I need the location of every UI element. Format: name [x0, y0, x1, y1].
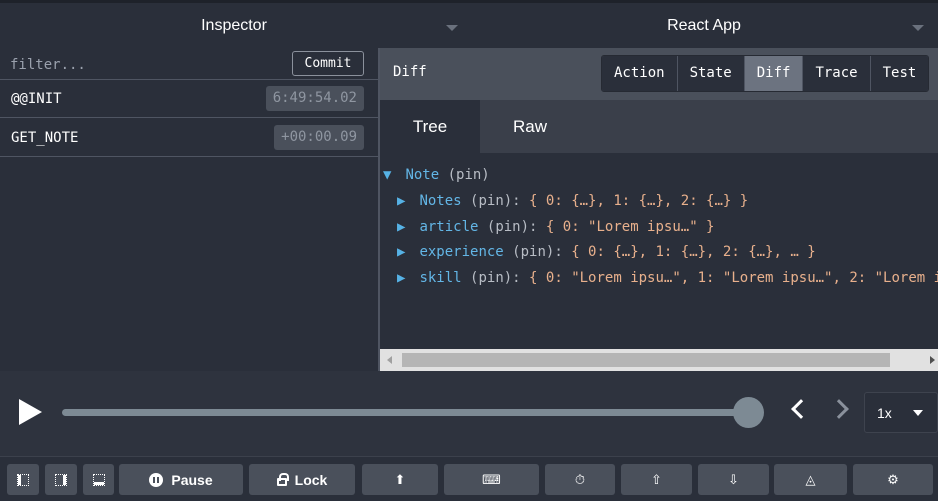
tab-test[interactable]: Test — [870, 56, 929, 91]
tree-key: Note — [405, 167, 440, 183]
pause-label: Pause — [171, 471, 213, 488]
action-name: @@INIT — [11, 91, 62, 107]
export-icon: ⇧ — [651, 472, 662, 487]
scrollbar-thumb[interactable] — [402, 353, 890, 367]
tree-key: Notes — [419, 193, 462, 209]
subtab-raw[interactable]: Raw — [480, 100, 580, 153]
dock-left-button[interactable] — [7, 464, 39, 495]
tree-node[interactable]: ▶ experience (pin): { 0: {…}, 1: {…}, 2:… — [397, 244, 816, 260]
tab-trace[interactable]: Trace — [803, 56, 871, 91]
dock-bottom-icon — [92, 473, 105, 486]
expand-right-icon: ▶ — [397, 193, 406, 209]
monitor-title: Diff — [393, 64, 427, 80]
lock-label: Lock — [294, 471, 328, 488]
keyboard-icon: ⌨ — [482, 472, 501, 487]
expand-down-icon: ▼ — [383, 167, 392, 183]
tree-value: { 0: {…}, 1: {…}, 2: {…}, … } — [571, 244, 816, 260]
expand-right-icon: ▶ — [397, 270, 406, 286]
tab-state[interactable]: State — [677, 56, 745, 91]
lock-button[interactable]: Lock — [249, 464, 355, 495]
tab-action[interactable]: Action — [602, 56, 678, 91]
action-name: GET_NOTE — [11, 130, 79, 146]
tree-node[interactable]: ▶ Notes (pin): { 0: {…}, 1: {…}, 2: {…} … — [397, 193, 748, 209]
top-bar: Inspector React App — [0, 0, 938, 48]
dock-left-icon — [17, 473, 29, 486]
action-filter-row: Commit — [0, 48, 378, 80]
monitor-panel: Diff Action State Diff Trace Test Tree R… — [380, 48, 938, 371]
remote-button[interactable]: ◬ — [774, 464, 847, 495]
expand-right-icon: ▶ — [397, 219, 406, 235]
dock-right-icon — [55, 473, 67, 486]
tree-key: article — [419, 219, 479, 235]
settings-button[interactable]: ⚙ — [853, 464, 933, 495]
subtab-tree[interactable]: Tree — [380, 100, 480, 153]
persist-button[interactable]: ⏱ — [545, 464, 615, 495]
diff-tree: ▼ Note (pin) ▶ Notes (pin): { 0: {…}, 1:… — [380, 153, 938, 349]
export-button[interactable]: ⇧ — [621, 464, 692, 495]
pin-button[interactable]: ⬆ — [362, 464, 438, 495]
slider-monitor: 1x — [0, 371, 938, 456]
scroll-right-icon[interactable] — [930, 356, 935, 364]
chevron-down-icon — [913, 410, 923, 416]
next-icon[interactable] — [829, 399, 849, 419]
action-filter-input[interactable] — [10, 55, 280, 75]
play-icon[interactable] — [19, 399, 42, 425]
action-timestamp: +00:00.09 — [274, 125, 364, 150]
tree-key: experience — [419, 244, 504, 260]
tree-value: { 0: "Lorem ipsu…", 1: "Lorem ipsu…", 2:… — [529, 270, 938, 286]
pause-icon — [149, 472, 164, 487]
action-list-item[interactable]: @@INIT 6:49:54.02 — [0, 80, 378, 118]
tree-tag: (pin): — [470, 270, 521, 286]
action-timestamp: 6:49:54.02 — [265, 86, 364, 111]
pause-button[interactable]: Pause — [119, 464, 243, 495]
tree-tag: (pin): — [512, 244, 563, 260]
pin-icon: ⬆ — [394, 472, 406, 487]
tree-node-root[interactable]: ▼ Note (pin) — [383, 167, 490, 183]
action-list-item[interactable]: GET_NOTE +00:00.09 — [0, 119, 378, 157]
remote-icon: ◬ — [805, 472, 816, 487]
monitor-header: Diff Action State Diff Trace Test — [380, 48, 938, 100]
timer-icon: ⏱ — [574, 472, 586, 487]
monitor-tabs: Action State Diff Trace Test — [601, 55, 930, 92]
import-button[interactable]: ⇩ — [698, 464, 769, 495]
expand-right-icon: ▶ — [397, 244, 406, 260]
instance-select[interactable]: React App — [470, 3, 938, 48]
tree-tag: (pin): — [486, 219, 538, 235]
action-list-panel: Commit @@INIT 6:49:54.02 GET_NOTE +00:00… — [0, 48, 378, 371]
horizontal-scrollbar[interactable] — [380, 349, 938, 371]
tab-diff[interactable]: Diff — [744, 56, 804, 91]
tree-key: skill — [419, 270, 462, 286]
speed-select[interactable]: 1x — [864, 392, 938, 433]
slider-knob[interactable] — [733, 397, 764, 428]
import-icon: ⇩ — [728, 472, 739, 487]
settings-icon: ⚙ — [887, 472, 899, 487]
tree-value: { 0: {…}, 1: {…}, 2: {…} } — [529, 193, 749, 209]
tree-node[interactable]: ▶ skill (pin): { 0: "Lorem ipsu…", 1: "L… — [397, 270, 938, 286]
instance-select-label: React App — [667, 16, 741, 34]
chevron-down-icon — [912, 25, 924, 31]
chevron-down-icon — [446, 25, 458, 31]
monitor-select-left[interactable]: Inspector — [0, 3, 468, 48]
lock-icon — [276, 473, 289, 486]
tree-tag: (pin) — [447, 167, 490, 183]
dock-bottom-button[interactable] — [83, 464, 114, 495]
monitor-select-left-label: Inspector — [201, 16, 267, 34]
scroll-left-icon[interactable] — [387, 356, 392, 364]
speed-value: 1x — [877, 405, 892, 421]
tree-value: { 0: "Lorem ipsu…" } — [545, 219, 715, 235]
tree-node[interactable]: ▶ article (pin): { 0: "Lorem ipsu…" } — [397, 219, 714, 235]
slider-track[interactable] — [62, 409, 752, 416]
keyboard-button[interactable]: ⌨ — [444, 464, 539, 495]
bottom-toolbar: Pause Lock ⬆ ⌨ ⏱ ⇧ ⇩ ◬ ⚙ — [0, 456, 938, 501]
commit-button[interactable]: Commit — [292, 51, 364, 76]
view-subtabs: Tree Raw — [380, 100, 938, 153]
previous-icon[interactable] — [791, 399, 811, 419]
dock-right-button[interactable] — [45, 464, 77, 495]
tree-tag: (pin): — [470, 193, 521, 209]
